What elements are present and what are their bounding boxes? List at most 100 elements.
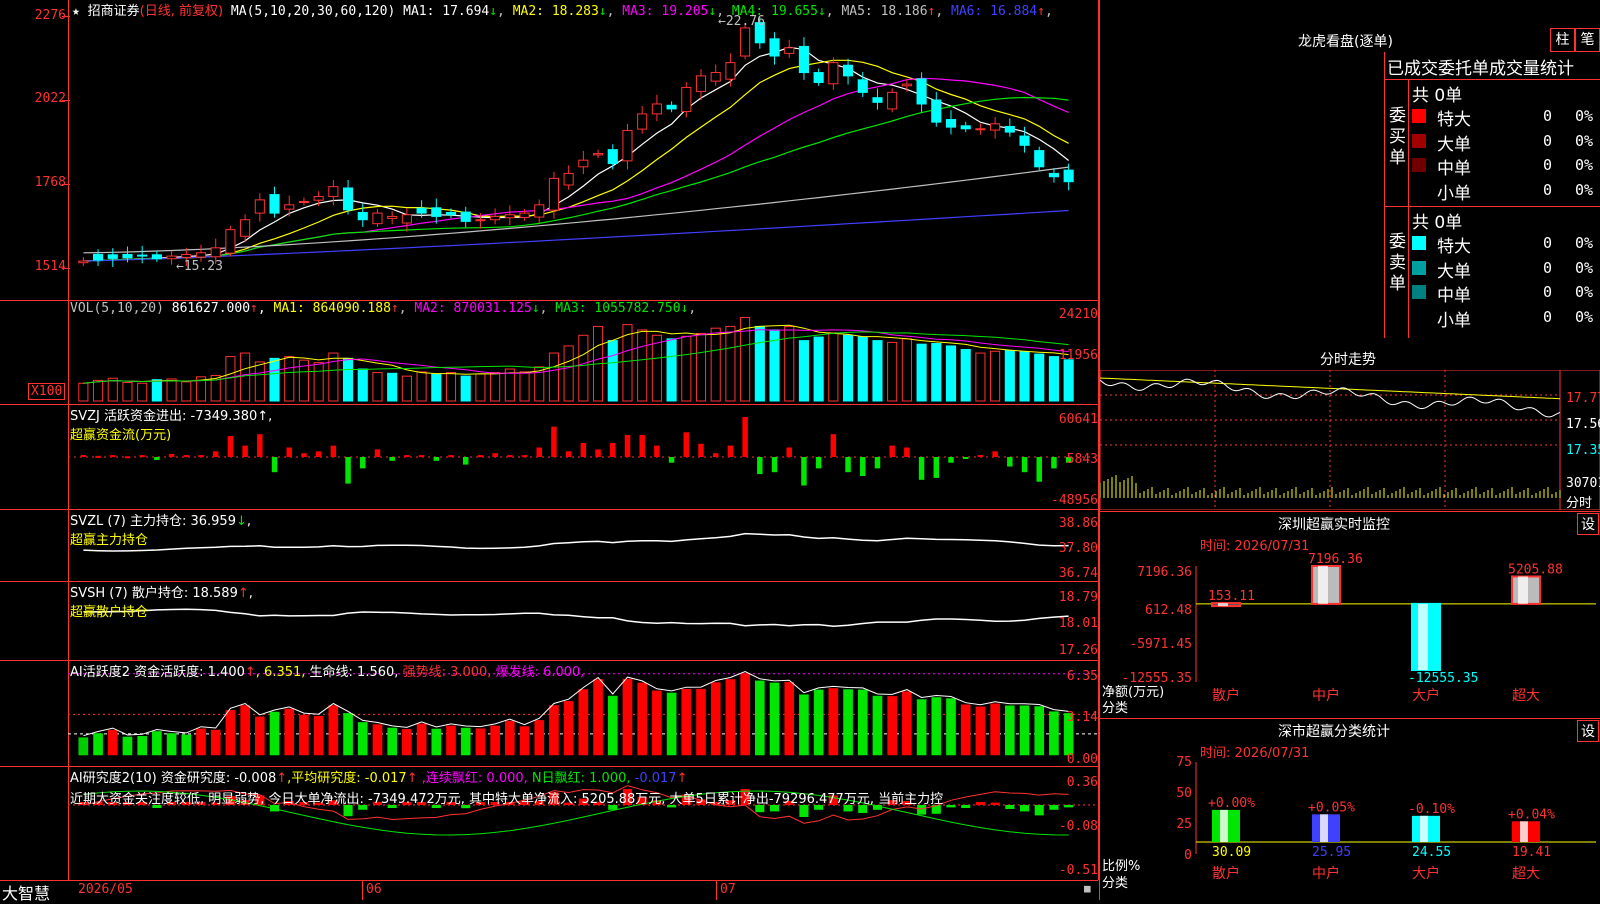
order-color-swatch [1412,109,1426,123]
fund-flow-bar [757,457,763,475]
fund-flow-bar [639,435,645,457]
fund-flow-bar [992,451,998,457]
volume-bar [107,377,118,402]
volume-bar [901,338,912,402]
candle-body [681,86,692,113]
candle-body [401,214,412,224]
volume-bar [637,329,648,402]
tab-bar-button[interactable]: 柱 [1550,28,1575,52]
fund-flow-bar [448,455,454,458]
order-color-swatch [1412,260,1426,275]
fund-flow-bar [727,445,734,457]
ma-params: MA(5,10,20,30,60,120) [230,4,396,19]
activity-bar [446,725,456,756]
price-y-axis: 2276 2022 1768 1514 [0,0,66,300]
volume-bar [93,379,104,402]
candle-body [784,47,795,54]
svsh-tail: , [248,586,253,601]
ma-legend-sep: , [1044,4,1053,19]
ai-strong-line: 强势线: 3.000, [402,665,492,680]
fund-flow-bar [536,447,542,457]
minute-chart-title: 分时走势 [1320,352,1376,368]
kline-svg[interactable] [68,0,1098,300]
minute-vol-word: 分时 [1566,496,1593,511]
vol-y-label: 24210 [1058,307,1098,322]
fund-flow-bar [595,449,601,457]
fund-flow-bar [301,453,307,457]
activity-bar [607,695,618,756]
candle-body [240,219,251,237]
fund-flow-bar [962,457,969,459]
fund-flow-bar [477,455,484,458]
volume-bar [504,368,515,402]
candle-body [534,204,545,218]
activity-bar [387,727,397,756]
ma-legend-item: MA3: 19.205 [622,4,709,19]
fund-flow-bar [815,457,822,469]
svzj-y-label: 5843 [1066,452,1098,467]
bar-highlight [1518,576,1528,604]
tab-pen-button[interactable]: 笔 [1575,28,1600,52]
chart-area[interactable]: ★ 招商证券(日线, 前复权) MA(5,10,20,30,60,120) MA… [0,0,1099,903]
candle-body [181,253,192,258]
bar-group [1411,602,1441,671]
lock-icon[interactable]: ■ [1084,882,1091,895]
vol-ma-legend-item: MA1: 864090.188 [273,301,391,316]
ma-legend-item: MA1: 17.694 [403,4,490,19]
order-row-name: 大单 [1437,134,1471,155]
activity-bar [313,715,324,756]
fund-flow-bar [771,457,778,473]
volume-bar [372,372,383,402]
ma-legend-arrow: ↓ [598,4,607,19]
activity-bar [755,680,765,756]
candle-body [269,194,280,214]
vol-value: 861627.000 [171,301,251,316]
bar-highlight [1318,566,1328,604]
activity-bar [225,710,236,756]
order-color-swatch [1412,236,1426,250]
activity-bar [902,691,912,756]
volume-bar [843,334,854,402]
fund-flow-bar [124,456,131,459]
fund-flow-bar [242,445,248,457]
minute-chart-svg[interactable] [1100,370,1600,510]
volume-bar [475,373,486,402]
volume-bar [78,382,89,402]
candle-body [1034,150,1045,168]
activity-bar [916,699,927,756]
szc-y-label: 25 [1176,817,1192,832]
vol-ma-legend-arrow: ↓ [531,301,540,316]
activity-bar [210,729,221,756]
svzl-tail: , [246,514,252,529]
volume-bar [916,343,927,402]
volume-bar [651,334,662,402]
sz-class-title: 深市超赢分类统计 [1278,724,1390,740]
fund-flow-bar [168,453,175,457]
x-axis-label-may: 2026/05 [78,882,133,897]
ma-legend-item: MA2: 18.283 [512,4,599,19]
bar-change-label: +0.00% [1208,796,1255,811]
ai-active-arrow: ↑ [244,665,256,680]
activity-bar [490,725,500,756]
minute-y-label-top: 17.77 [1566,391,1600,406]
candle-body [445,211,457,216]
volume-bar [857,336,868,402]
volume-bar [151,379,162,402]
svzl-y-label: 38.86 [1058,516,1098,531]
activity-bar [1005,705,1015,756]
volume-bar [578,334,589,402]
ai-y-label: 3.14 [1066,710,1098,725]
svzl-title: SVZL (7) 主力持仓: 36.959 [70,514,236,529]
volume-svg[interactable] [68,301,1098,404]
fund-flow-bar [198,455,204,458]
activity-bar [284,708,295,756]
sz-monitor-settings-button[interactable]: 设 [1577,513,1599,535]
ai-research-avg: ,平均研究度: -0.017 [287,771,407,786]
favorite-star-icon[interactable]: ★ [72,4,80,19]
activity-bar [460,727,471,756]
volume-bar [945,345,957,402]
bar-value-label: 7196.36 [1308,552,1363,567]
candle-body [93,253,104,261]
bar-category-label: 散户 [1212,687,1240,704]
sz-class-settings-button[interactable]: 设 [1577,720,1599,742]
